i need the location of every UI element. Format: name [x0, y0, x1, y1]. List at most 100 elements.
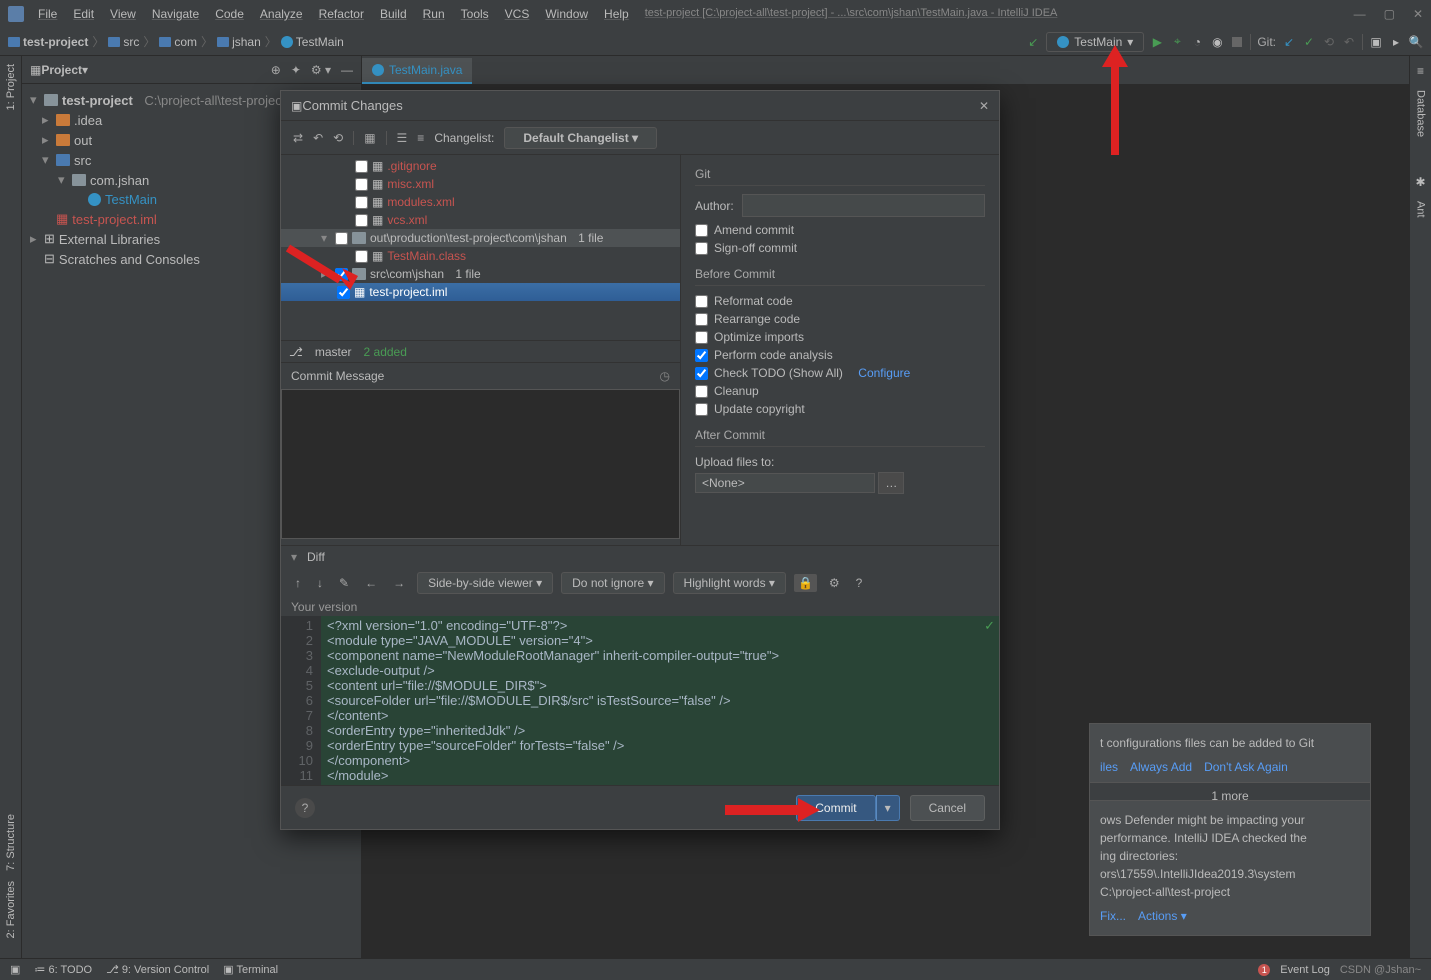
cleanup-checkbox[interactable]: [695, 385, 708, 398]
upload-label: Upload files to:: [695, 455, 774, 469]
database-icon[interactable]: ≡: [1417, 64, 1424, 78]
amend-checkbox[interactable]: [695, 224, 708, 237]
ide-tools-icon[interactable]: ▸: [1389, 35, 1403, 49]
commit-split-button[interactable]: ▾: [876, 795, 900, 821]
search-everywhere-icon[interactable]: 🔍: [1409, 35, 1423, 49]
signoff-checkbox[interactable]: [695, 242, 708, 255]
stop-icon[interactable]: [1230, 35, 1244, 49]
viewer-select[interactable]: Side-by-side viewer ▾: [417, 572, 553, 594]
notif-dont-ask[interactable]: Don't Ask Again: [1204, 758, 1288, 776]
editor-tab-testmain[interactable]: TestMain.java: [362, 58, 472, 84]
menu-run[interactable]: Run: [417, 5, 451, 23]
revert-icon[interactable]: ↶: [1342, 35, 1356, 49]
status-square-icon[interactable]: ▣: [10, 963, 20, 976]
tab-structure[interactable]: 7: Structure: [5, 814, 17, 871]
ant-icon[interactable]: ✱: [1415, 175, 1425, 189]
notif-fix[interactable]: Fix...: [1100, 907, 1126, 925]
undo-icon[interactable]: ↶: [313, 131, 323, 145]
update-icon[interactable]: ↙: [1282, 35, 1296, 49]
analysis-checkbox[interactable]: [695, 349, 708, 362]
maximize-icon[interactable]: ▢: [1384, 7, 1395, 21]
history-icon[interactable]: ⟲: [1322, 35, 1336, 49]
build-icon[interactable]: ↙: [1026, 35, 1040, 49]
upload-more[interactable]: …: [878, 472, 904, 494]
changelist-select[interactable]: Default Changelist ▾: [504, 127, 657, 149]
notif-link1[interactable]: iles: [1100, 758, 1118, 776]
commit-button[interactable]: Commit: [796, 795, 875, 821]
menu-file[interactable]: File: [32, 5, 63, 23]
crumb-testmain[interactable]: TestMain: [281, 35, 344, 49]
redo-icon[interactable]: ⟲: [333, 131, 343, 145]
crumb-project[interactable]: test-project: [8, 35, 88, 49]
ignore-select[interactable]: Do not ignore ▾: [561, 572, 664, 594]
menu-view[interactable]: View: [104, 5, 142, 23]
dialog-close-icon[interactable]: ✕: [979, 99, 989, 113]
prev-diff-icon[interactable]: ↑: [291, 576, 305, 590]
menu-refactor[interactable]: Refactor: [313, 5, 370, 23]
commit-message-input[interactable]: [281, 389, 680, 539]
group-icon[interactable]: ▦: [364, 131, 375, 145]
edit-icon[interactable]: ✎: [335, 576, 353, 590]
close-icon[interactable]: ✕: [1413, 7, 1423, 21]
minimize-icon[interactable]: —: [1354, 7, 1366, 21]
hide-icon[interactable]: —: [341, 63, 353, 77]
commit-icon[interactable]: ✓: [1302, 35, 1316, 49]
menu-window[interactable]: Window: [539, 5, 594, 23]
fwd-icon[interactable]: →: [389, 576, 409, 590]
gear-icon[interactable]: ⚙: [825, 576, 844, 590]
copyright-checkbox[interactable]: [695, 403, 708, 416]
crumb-jshan[interactable]: jshan: [217, 35, 261, 49]
expand-icon[interactable]: ✦: [291, 63, 301, 77]
menu-build[interactable]: Build: [374, 5, 413, 23]
lock-icon[interactable]: 🔒: [794, 574, 817, 592]
crumb-com[interactable]: com: [159, 35, 197, 49]
debug-icon[interactable]: ⌖: [1170, 35, 1184, 49]
settings-icon[interactable]: ⚙ ▾: [311, 63, 331, 77]
avatar-icon[interactable]: ▣: [1369, 35, 1383, 49]
reformat-checkbox[interactable]: [695, 295, 708, 308]
cancel-button[interactable]: Cancel: [910, 795, 985, 821]
highlight-select[interactable]: Highlight words ▾: [673, 572, 786, 594]
expand-all-icon[interactable]: ☰: [397, 131, 408, 145]
next-diff-icon[interactable]: ↓: [313, 576, 327, 590]
crumb-src[interactable]: src: [108, 35, 139, 49]
todo-checkbox[interactable]: [695, 367, 708, 380]
changes-tree[interactable]: ▦.gitignore ▦misc.xml ▦modules.xml ▦vcs.…: [281, 155, 680, 340]
history-icon[interactable]: ◷: [660, 369, 670, 383]
menu-analyze[interactable]: Analyze: [254, 5, 309, 23]
menu-vcs[interactable]: VCS: [499, 5, 536, 23]
refresh-icon[interactable]: ⇄: [293, 131, 303, 145]
run-config-select[interactable]: TestMain▾: [1046, 32, 1144, 52]
tab-project[interactable]: 1: Project: [5, 64, 17, 110]
tab-database[interactable]: Database: [1415, 90, 1427, 137]
optimize-checkbox[interactable]: [695, 331, 708, 344]
help-icon[interactable]: ?: [852, 576, 867, 590]
menu-tools[interactable]: Tools: [455, 5, 495, 23]
notif-actions[interactable]: Actions ▾: [1138, 907, 1187, 925]
status-terminal[interactable]: ▣ Terminal: [223, 963, 278, 976]
status-vc[interactable]: ⎇ 9: Version Control: [106, 963, 209, 976]
menu-code[interactable]: Code: [209, 5, 250, 23]
run-icon[interactable]: ▶: [1150, 35, 1164, 49]
dialog-help-icon[interactable]: ?: [295, 798, 315, 818]
status-todo[interactable]: ≔ 6: TODO: [34, 963, 92, 976]
configure-link[interactable]: Configure: [858, 366, 910, 380]
menu-help[interactable]: Help: [598, 5, 635, 23]
status-event-log[interactable]: Event Log: [1280, 964, 1330, 976]
rearrange-checkbox[interactable]: [695, 313, 708, 326]
menu-navigate[interactable]: Navigate: [146, 5, 205, 23]
diff-view[interactable]: 1234567891011 <?xml version="1.0" encodi…: [281, 616, 999, 785]
notif-always-add[interactable]: Always Add: [1130, 758, 1192, 776]
select-opened-icon[interactable]: ⊕: [271, 63, 281, 77]
back-icon[interactable]: ←: [361, 576, 381, 590]
tab-favorites[interactable]: 2: Favorites: [5, 881, 17, 938]
collapse-all-icon[interactable]: ≡: [417, 131, 424, 145]
dialog-title: Commit Changes: [302, 98, 402, 113]
error-count-icon[interactable]: 1: [1258, 964, 1270, 976]
upload-select[interactable]: <None>: [695, 473, 875, 493]
menu-edit[interactable]: Edit: [67, 5, 100, 23]
tab-ant[interactable]: Ant: [1415, 201, 1427, 218]
author-input[interactable]: [742, 194, 985, 217]
coverage-icon[interactable]: ◔: [1190, 35, 1204, 49]
profile-icon[interactable]: ◉: [1210, 35, 1224, 49]
